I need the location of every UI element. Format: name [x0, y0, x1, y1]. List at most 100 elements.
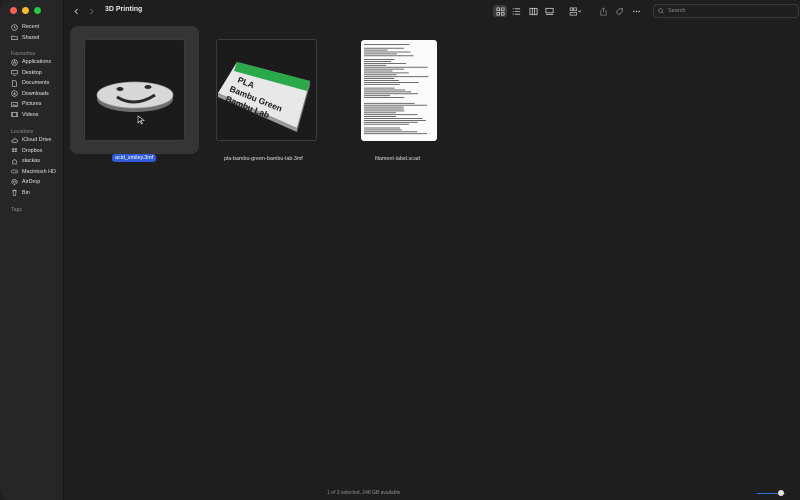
toolbar: 3D Printing: [64, 0, 800, 22]
download-icon: [11, 90, 18, 97]
file-thumbnail[interactable]: [361, 40, 437, 141]
sidebar-item-applications[interactable]: Applications: [11, 57, 51, 68]
trash-icon: [11, 189, 18, 196]
list-icon: [512, 7, 520, 15]
code-line: [364, 63, 406, 64]
chevron-right-icon: [89, 8, 93, 14]
more-actions-button[interactable]: [629, 5, 643, 17]
tag-icon: [615, 7, 623, 15]
sidebar-item-videos[interactable]: Videos: [11, 110, 51, 121]
code-line: [364, 76, 429, 78]
document-icon: [11, 80, 18, 87]
pictures-icon: [11, 101, 18, 108]
airdrop-icon: [11, 178, 18, 186]
ellipsis-icon: [632, 10, 640, 12]
sidebar-item-macintosh-hd[interactable]: Macintosh HD: [11, 167, 56, 178]
forward-button[interactable]: [85, 5, 97, 17]
clock-icon: [11, 24, 18, 31]
sidebar-item-label: slackas: [22, 158, 40, 165]
column-view-button[interactable]: [526, 5, 540, 17]
zoom-button[interactable]: [34, 7, 41, 14]
sidebar-list-favourites: Applications Desktop Documents Downloads: [11, 57, 51, 120]
code-line: [364, 80, 399, 81]
code-line: [364, 70, 393, 72]
code-line: [364, 49, 388, 51]
sidebar-item-documents[interactable]: Documents: [11, 78, 51, 89]
sidebar-item-label: Videos: [22, 111, 39, 118]
sidebar-item-label: Applications: [22, 59, 52, 66]
close-button[interactable]: [10, 7, 17, 14]
videos-icon: [11, 111, 18, 118]
code-line: [364, 78, 395, 79]
code-line: [364, 82, 419, 83]
sidebar-item-pictures[interactable]: Pictures: [11, 99, 51, 110]
chevron-left-icon: [74, 8, 78, 14]
sidebar-item-desktop[interactable]: Desktop: [11, 68, 51, 79]
smiley-model-preview: [96, 81, 174, 112]
file-name[interactable]: pla-bambu-green-bambu-lab.3mf: [224, 156, 303, 162]
file-name[interactable]: filament-label.scad: [375, 156, 420, 162]
group-by-button[interactable]: [565, 5, 585, 17]
sidebar-item-dropbox[interactable]: Dropbox: [11, 146, 56, 157]
sidebar-section-tags: Tags: [11, 207, 22, 213]
code-line: [364, 118, 423, 119]
grid-icon: [496, 7, 504, 15]
gallery-view-button[interactable]: [542, 5, 556, 17]
sidebar-item-airdrop[interactable]: AirDrop: [11, 177, 56, 188]
shared-folder-icon: [11, 34, 18, 41]
cloud-icon: [11, 137, 18, 144]
code-line: [364, 68, 404, 70]
desktop-icon: [11, 69, 18, 76]
icon-view-button[interactable]: [493, 5, 507, 17]
finder-window: Recent Shared Favourites Applications De…: [0, 0, 800, 500]
code-line: [364, 108, 404, 110]
file-thumbnail[interactable]: PLA Bambu Green Bambu Lab: [216, 39, 317, 141]
code-line: [364, 87, 395, 89]
share-button[interactable]: [596, 5, 610, 17]
sidebar-item-label: Downloads: [22, 90, 49, 97]
minimize-button[interactable]: [22, 7, 29, 14]
code-line: [364, 129, 402, 131]
code-line: [364, 116, 397, 117]
list-view-button[interactable]: [509, 5, 523, 17]
icon-size-slider[interactable]: [757, 490, 785, 496]
disk-icon: [11, 168, 18, 175]
sidebar-item-downloads[interactable]: Downloads: [11, 89, 51, 100]
code-line: [364, 93, 419, 95]
columns-icon: [528, 7, 538, 15]
sidebar-item-slackas[interactable]: slackas: [11, 156, 56, 167]
code-line: [364, 66, 428, 68]
search-input[interactable]: [668, 8, 788, 14]
gallery-icon: [544, 7, 554, 15]
sidebar-item-label: Bin: [22, 189, 30, 196]
code-line: [364, 72, 409, 74]
code-line: [364, 106, 404, 108]
sidebar-item-icloud-drive[interactable]: iCloud Drive: [11, 135, 56, 146]
search-icon: [658, 8, 664, 14]
file-thumbnail[interactable]: [84, 39, 185, 141]
code-line: [364, 83, 400, 85]
code-line: [364, 91, 412, 93]
back-button[interactable]: [70, 5, 82, 17]
sidebar-item-recent[interactable]: Recent: [11, 22, 39, 33]
scad-source-preview: [364, 44, 429, 135]
window-controls: [10, 7, 41, 14]
sidebar: Recent Shared Favourites Applications De…: [0, 0, 64, 500]
sidebar-item-bin[interactable]: Bin: [11, 188, 56, 199]
code-line: [364, 110, 405, 112]
status-bar-text: 1 of 3 selected, 248 GB available: [327, 490, 401, 496]
search-field[interactable]: [653, 4, 799, 18]
code-line: [364, 89, 406, 91]
code-line: [364, 74, 397, 76]
code-line: [364, 61, 392, 62]
file-name[interactable]: acid_smiley.3mf: [112, 154, 157, 162]
code-line: [364, 133, 428, 135]
code-line: [364, 59, 395, 60]
sidebar-item-label: Pictures: [22, 101, 42, 108]
code-line: [364, 97, 405, 98]
dropbox-icon: [11, 147, 18, 154]
sidebar-list-top: Recent Shared: [11, 22, 39, 43]
slider-knob[interactable]: [777, 490, 784, 496]
sidebar-item-shared[interactable]: Shared: [11, 33, 39, 44]
tag-button[interactable]: [612, 5, 626, 17]
